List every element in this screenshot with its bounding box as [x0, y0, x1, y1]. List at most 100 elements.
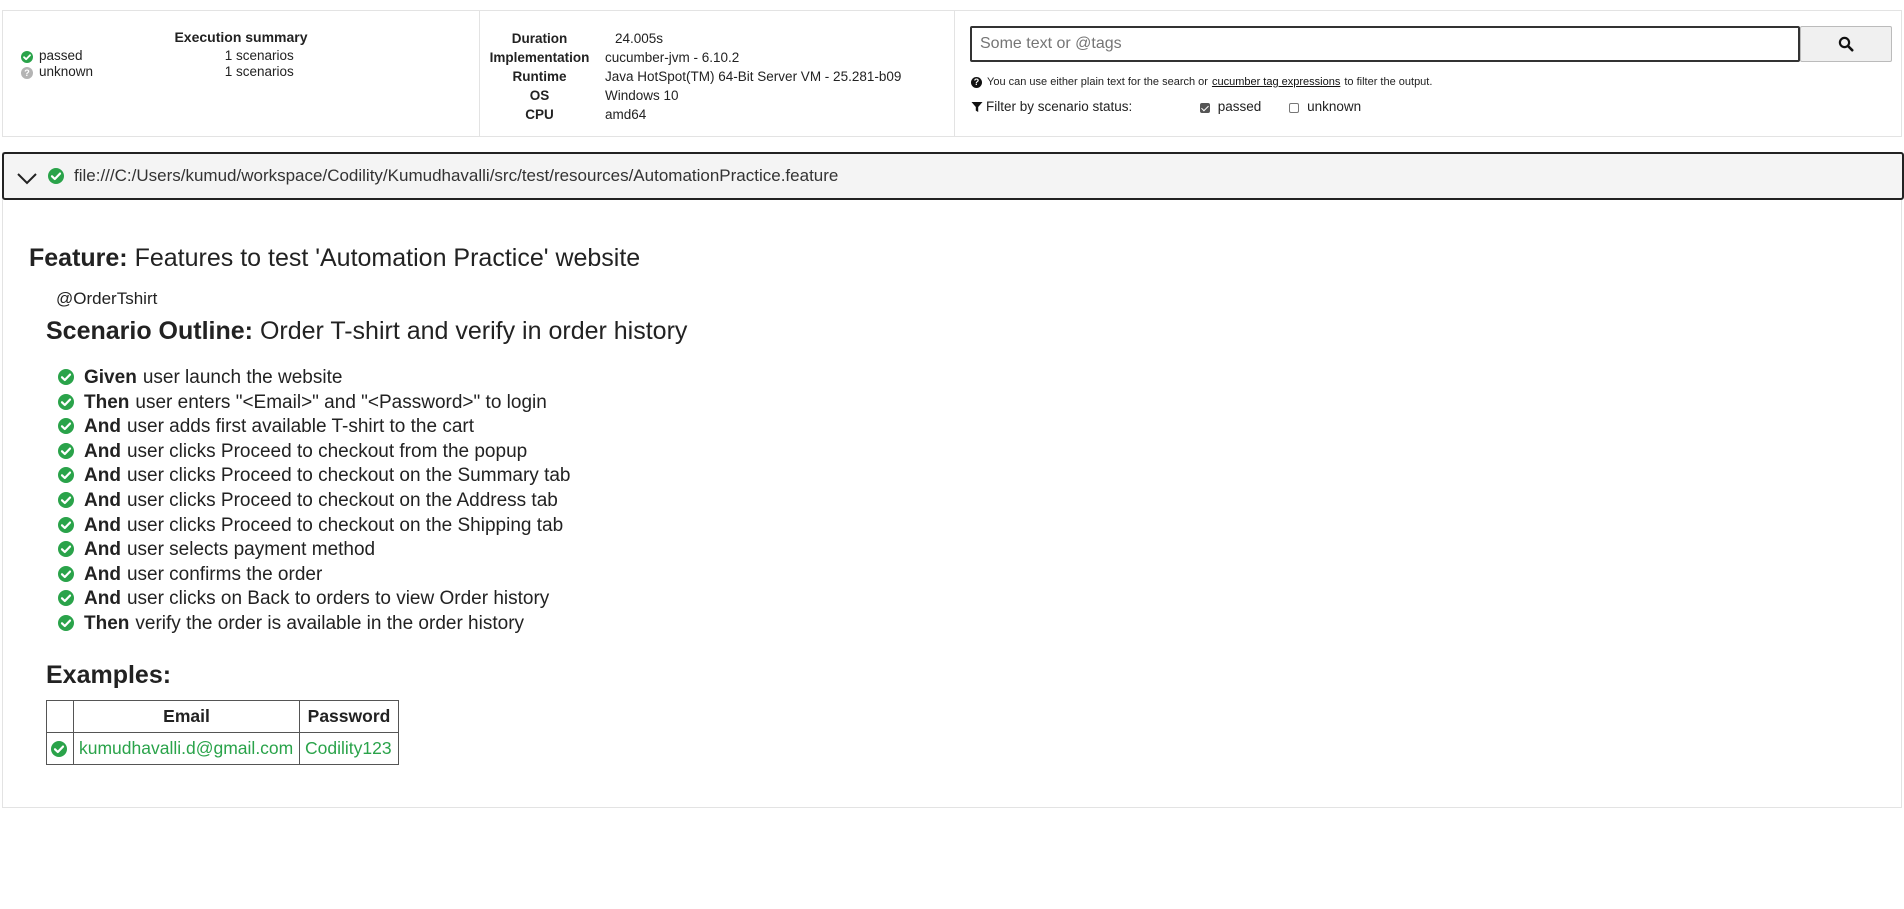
step-keyword: And [84, 465, 121, 487]
execution-summary: Execution summary passed 1 scenarios ? un… [3, 11, 480, 136]
check-circle-icon [58, 614, 74, 631]
search-panel: ? You can use either plain text for the s… [955, 11, 1901, 136]
env-key: OS [529, 88, 550, 103]
step: And user adds first available T-shirt to … [58, 415, 570, 440]
step: And user clicks Proceed to checkout on th… [58, 464, 570, 489]
feature-name: Features to test 'Automation Practice' w… [134, 244, 641, 272]
filter-option-label: passed [1217, 99, 1262, 115]
help-suffix: to filter the output. [1344, 76, 1433, 88]
env-row-duration: Duration 24.005s [480, 29, 663, 48]
filter-option-passed[interactable]: passed [1199, 98, 1262, 116]
search-button[interactable] [1800, 26, 1892, 62]
step: And user clicks Proceed to checkout on th… [58, 514, 570, 539]
env-value: amd64 [605, 107, 647, 122]
scenario-name: Order T-shirt and verify in order histor… [259, 317, 688, 345]
status-filter: Filter by scenario status: passed unknow… [971, 98, 1385, 116]
step-text: user launch the website [142, 367, 343, 388]
feature-file-header[interactable]: file:///C:/Users/kumud/workspace/Codilit… [2, 152, 1904, 200]
check-circle-icon [51, 741, 67, 758]
filter-checkbox-passed[interactable] [1199, 102, 1210, 113]
step-text: user clicks Proceed to checkout from the… [126, 440, 528, 462]
env-value: cucumber-jvm - 6.10.2 [605, 50, 740, 65]
check-circle-icon [58, 467, 74, 484]
step-list: Given user launch the website Then user en… [58, 366, 570, 637]
examples-table: Email Password kumudhavalli.d@gmail.com … [46, 700, 399, 765]
filter-option-label: unknown [1307, 99, 1362, 115]
execution-summary-title: Execution summary [174, 29, 308, 45]
check-circle-icon [58, 516, 74, 533]
examples-cell-email: kumudhavalli.d@gmail.com [73, 732, 300, 765]
env-row-implementation: Implementation cucumber-jvm - 6.10.2 [480, 48, 740, 67]
env-row-cpu: CPU amd64 [480, 105, 646, 124]
check-circle-icon [58, 491, 74, 508]
env-key: CPU [525, 107, 554, 122]
feature-title: Feature: Features to test 'Automation Pr… [29, 243, 640, 273]
step: And user selects payment method [58, 538, 570, 563]
step-text: verify the order is available in the ord… [135, 612, 525, 634]
step: And user clicks Proceed to checkout on th… [58, 489, 570, 514]
env-row-runtime: Runtime Java HotSpot(TM) 64-Bit Server VM… [480, 67, 902, 86]
scenario-tag: @OrderTshirt [56, 289, 158, 308]
chevron-down-icon[interactable] [16, 167, 38, 189]
summary-count-unknown: 1 scenarios [224, 64, 294, 80]
filter-option-unknown[interactable]: unknown [1289, 98, 1361, 116]
table-row: kumudhavalli.d@gmail.com Codility123 [46, 732, 399, 765]
search-input[interactable] [970, 26, 1800, 62]
step: Then user enters "<Email>" and "<Password… [58, 391, 570, 416]
question-circle-icon: ? [21, 66, 33, 79]
env-value: Windows 10 [605, 88, 679, 103]
step-text: user enters "<Email>" and "<Password>" t… [135, 391, 547, 413]
check-circle-icon [58, 590, 74, 607]
step-keyword: And [84, 514, 121, 536]
examples-header-password: Password [299, 700, 399, 733]
step-keyword: And [84, 440, 121, 462]
step-text: user selects payment method [126, 539, 376, 561]
examples-header-row: Email Password [46, 700, 399, 733]
summary-label-unknown: unknown [39, 64, 94, 80]
step-text: user clicks on Back to orders to view Or… [126, 588, 550, 610]
env-key: Implementation [489, 50, 590, 65]
step-text: user clicks Proceed to checkout on the S… [126, 465, 571, 487]
check-circle-icon [58, 565, 74, 582]
step-text: user clicks Proceed to checkout on the S… [126, 514, 564, 536]
step-keyword: Given [84, 367, 137, 388]
step: And user confirms the order [58, 563, 570, 588]
check-circle-icon [58, 393, 74, 410]
question-circle-icon: ? [971, 76, 982, 88]
examples-header-email: Email [73, 700, 300, 733]
check-circle-icon [58, 368, 74, 385]
help-prefix: You can use either plain text for the se… [987, 76, 1208, 88]
step-keyword: Then [84, 612, 130, 634]
check-circle-icon [48, 168, 64, 184]
env-value: 24.005s [615, 31, 664, 46]
filter-checkbox-unknown[interactable] [1289, 102, 1300, 113]
examples-status-header [46, 700, 74, 733]
examples-row-status [46, 732, 74, 765]
scenario-title: Scenario Outline: Order T-shirt and veri… [46, 316, 687, 346]
search-icon [1838, 36, 1854, 52]
search-help-text: ? You can use either plain text for the s… [971, 75, 1432, 89]
step-text: user clicks Proceed to checkout on the A… [126, 489, 558, 511]
step-keyword: And [84, 588, 121, 610]
cucumber-tag-expressions-link[interactable]: cucumber tag expressions [1212, 76, 1340, 88]
env-row-os: OS Windows 10 [480, 86, 679, 105]
step-text: user adds first available T-shirt to the… [126, 416, 475, 438]
check-circle-icon [58, 541, 74, 558]
examples-cell-password: Codility123 [299, 732, 399, 765]
summary-row-unknown: ? unknown 1 scenarios [21, 63, 294, 81]
filter-label: Filter by scenario status: [986, 99, 1133, 114]
step: And user clicks on Back to orders to view… [58, 587, 570, 612]
check-circle-icon [58, 418, 74, 435]
step-text: user confirms the order [126, 563, 323, 585]
env-key: Duration [511, 31, 568, 46]
step: Then verify the order is available in the… [58, 612, 570, 637]
step: And user clicks Proceed to checkout from … [58, 440, 570, 465]
feature-file-uri: file:///C:/Users/kumud/workspace/Codilit… [74, 166, 839, 185]
environment-info: Duration 24.005s Implementation cucumber-j… [480, 11, 955, 136]
step-keyword: Then [84, 391, 130, 413]
summary-label-passed: passed [39, 48, 83, 64]
report-header: Execution summary passed 1 scenarios ? un… [2, 10, 1902, 137]
step-keyword: And [84, 489, 121, 511]
step-keyword: And [84, 416, 121, 438]
step-keyword: And [84, 539, 121, 561]
